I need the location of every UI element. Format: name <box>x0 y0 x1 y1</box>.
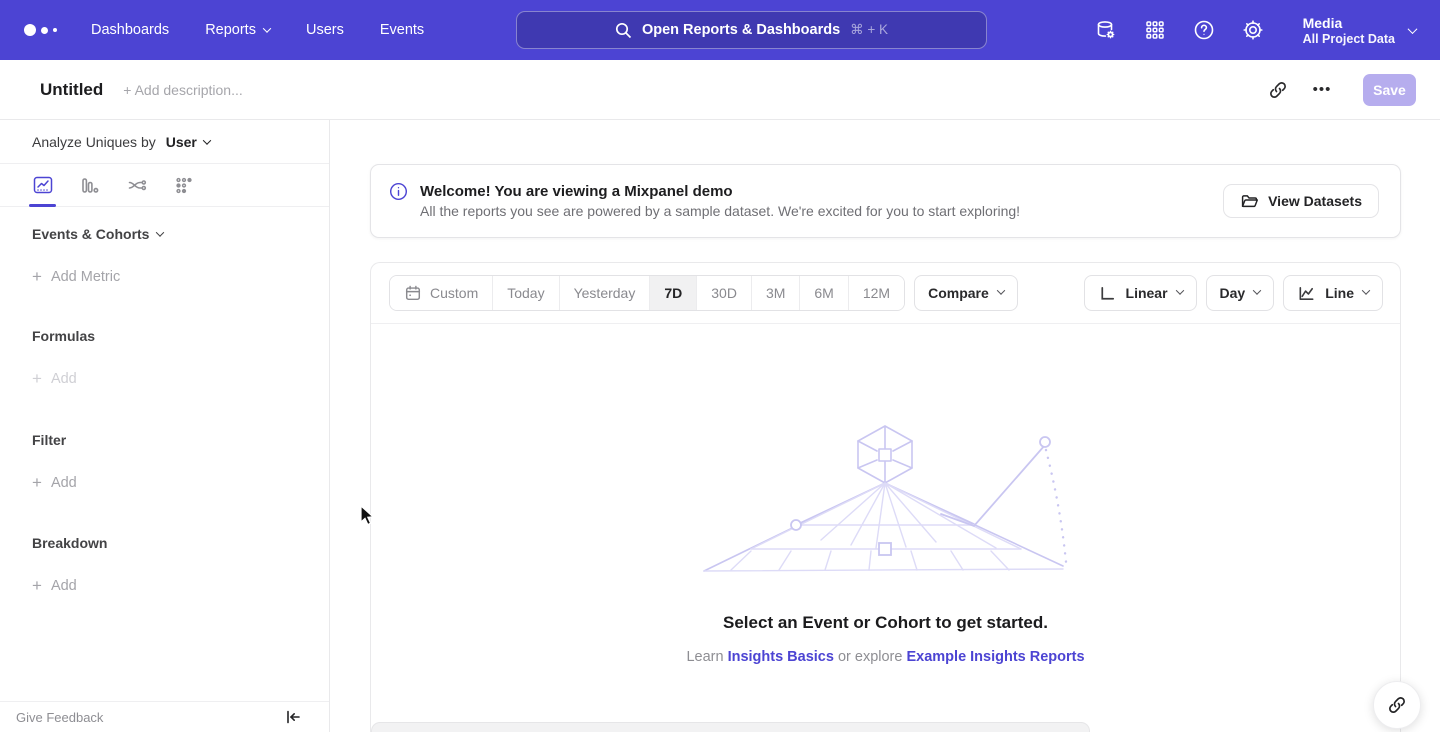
copy-link-icon[interactable] <box>1261 73 1295 107</box>
chevron-down-icon <box>1175 286 1183 294</box>
share-link-button[interactable] <box>1373 681 1421 729</box>
linear-axis-icon <box>1098 284 1117 303</box>
tab-insights-line[interactable] <box>31 173 55 197</box>
report-panel: CustomTodayYesterday7D30D3M6M12M Compare… <box>370 262 1401 732</box>
nav-item-events[interactable]: Events <box>380 22 424 38</box>
banner-body: All the reports you see are powered by a… <box>420 203 1020 219</box>
folder-icon <box>1240 192 1259 211</box>
main-content: Welcome! You are viewing a Mixpanel demo… <box>330 120 1440 732</box>
empty-state-title: Select an Event or Cohort to get started… <box>371 613 1400 633</box>
chart-type-dropdown[interactable]: Line <box>1283 275 1383 311</box>
demo-banner: Welcome! You are viewing a Mixpanel demo… <box>370 164 1401 238</box>
chevron-down-icon <box>997 286 1005 294</box>
range-12m[interactable]: 12M <box>849 276 904 310</box>
analyze-row: Analyze Uniques by User <box>0 120 329 164</box>
range-30d[interactable]: 30D <box>697 276 752 310</box>
chevron-down-icon <box>263 24 271 32</box>
filter-heading: Filter <box>32 432 297 448</box>
range-yesterday[interactable]: Yesterday <box>560 276 651 310</box>
settings-gear-icon[interactable] <box>1240 17 1266 43</box>
empty-state-illustration <box>691 418 1081 578</box>
help-icon[interactable] <box>1191 17 1217 43</box>
example-reports-link[interactable]: Example Insights Reports <box>906 649 1084 665</box>
range-custom[interactable]: Custom <box>390 276 493 310</box>
range-7d[interactable]: 7D <box>650 276 697 310</box>
search-icon <box>615 22 632 39</box>
report-header: Untitled + Add description... ••• Save <box>0 60 1440 120</box>
project-scope: All Project Data <box>1303 32 1395 47</box>
chart-type-tabs <box>0 164 329 207</box>
project-name: Media <box>1303 14 1395 32</box>
info-icon <box>389 182 408 201</box>
project-switcher[interactable]: Media All Project Data <box>1303 14 1416 47</box>
mixpanel-logo[interactable] <box>24 24 57 36</box>
add-description-field[interactable]: + Add description... <box>123 82 242 98</box>
banner-title: Welcome! You are viewing a Mixpanel demo <box>420 183 1020 200</box>
save-button[interactable]: Save <box>1363 74 1416 106</box>
more-options-icon[interactable]: ••• <box>1305 73 1339 107</box>
global-search-button[interactable]: Open Reports & Dashboards ⌘ + K <box>516 11 987 49</box>
view-datasets-button[interactable]: View Datasets <box>1223 184 1379 218</box>
nav-item-reports[interactable]: Reports <box>205 22 270 38</box>
query-builder-sidebar: Analyze Uniques by User <box>0 120 330 732</box>
line-chart-icon <box>1297 284 1316 303</box>
search-shortcut: ⌘ + K <box>850 22 888 38</box>
report-title[interactable]: Untitled <box>40 80 103 100</box>
chevron-down-icon <box>1408 24 1418 34</box>
nav-item-dashboards[interactable]: Dashboards <box>91 22 169 38</box>
date-range-selector: CustomTodayYesterday7D30D3M6M12M <box>389 275 905 311</box>
chevron-down-icon <box>1253 286 1261 294</box>
table-section-peek <box>371 722 1090 732</box>
range-3m[interactable]: 3M <box>752 276 800 310</box>
tab-metrics-grid[interactable] <box>172 173 196 197</box>
primary-nav: Dashboards Reports Users Events <box>91 22 424 38</box>
top-nav: Dashboards Reports Users Events Open Report… <box>0 0 1440 60</box>
interval-dropdown[interactable]: Day <box>1206 275 1275 311</box>
empty-state-subtitle: Learn Insights Basics or explore Example… <box>371 649 1400 665</box>
add-filter-button[interactable]: + Add <box>32 475 297 491</box>
range-today[interactable]: Today <box>493 276 559 310</box>
formulas-heading: Formulas <box>32 328 297 344</box>
tab-flow[interactable] <box>125 173 149 197</box>
apps-grid-icon[interactable] <box>1142 17 1168 43</box>
analyze-label: Analyze Uniques by <box>32 134 156 150</box>
analyze-by-dropdown[interactable]: User <box>166 134 210 150</box>
chevron-down-icon <box>203 136 211 144</box>
breakdown-heading: Breakdown <box>32 535 297 551</box>
search-placeholder: Open Reports & Dashboards <box>642 22 840 38</box>
calendar-icon <box>404 284 422 302</box>
chevron-down-icon <box>1362 286 1370 294</box>
sidebar-footer: Give Feedback <box>0 701 329 732</box>
scale-dropdown[interactable]: Linear <box>1084 275 1197 311</box>
compare-dropdown[interactable]: Compare <box>914 275 1018 311</box>
data-management-icon[interactable] <box>1093 17 1119 43</box>
add-breakdown-button[interactable]: + Add <box>32 578 297 594</box>
chevron-down-icon <box>156 228 164 236</box>
range-6m[interactable]: 6M <box>800 276 848 310</box>
tab-bar-chart[interactable] <box>78 173 102 197</box>
chart-controls: CustomTodayYesterday7D30D3M6M12M Compare… <box>371 263 1400 324</box>
link-icon <box>1387 695 1407 715</box>
events-cohorts-heading[interactable]: Events & Cohorts <box>32 226 297 242</box>
insights-basics-link[interactable]: Insights Basics <box>728 649 834 665</box>
give-feedback-link[interactable]: Give Feedback <box>16 710 103 725</box>
collapse-sidebar-icon[interactable] <box>285 709 301 725</box>
add-formula-button[interactable]: + Add <box>32 371 297 387</box>
nav-item-users[interactable]: Users <box>306 22 344 38</box>
add-metric-button[interactable]: + Add Metric <box>32 269 297 285</box>
